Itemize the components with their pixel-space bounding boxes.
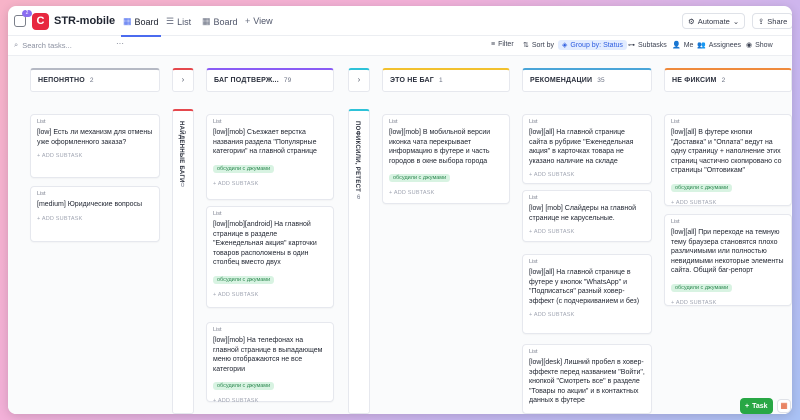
tab-board[interactable]: ▦ Board (121, 16, 161, 37)
subtasks-icon: ⊶ (628, 42, 635, 49)
plus-icon: + (745, 402, 750, 410)
top-bar: 2 C STR-mobile ▦ Board ☰ List ▦ Board + … (8, 6, 792, 37)
me-button[interactable]: 👤 Me (672, 41, 693, 50)
tag-badge[interactable]: обсудили с джумами (671, 183, 733, 192)
apps-grid-icon[interactable]: ▦ (777, 399, 791, 413)
app-window: 2 C STR-mobile ▦ Board ☰ List ▦ Board + … (8, 6, 792, 414)
add-subtask-button[interactable]: + ADD SUBTASK (529, 172, 645, 178)
user-icon: 👤 (672, 42, 681, 49)
space-name[interactable]: STR-mobile (54, 15, 115, 27)
share-button[interactable]: ⇪ Share (752, 13, 792, 29)
group-icon: ◈ (562, 42, 568, 49)
task-card[interactable]: List [low] [mob] Слайдеры на главной стр… (522, 190, 652, 242)
collapsed-column-naydennye-bagi[interactable]: НАЙДЕННЫЕ БАГИ 0 (172, 109, 194, 414)
add-subtask-button[interactable]: + ADD SUBTASK (37, 216, 153, 222)
add-subtask-button[interactable]: + ADD SUBTASK (213, 181, 327, 187)
collapsed-column-pofiksili-retest[interactable]: ПОФИКСИЛИ, РЕТЕСТ 6 (348, 109, 370, 414)
tag-badge[interactable]: обсудили с джумами (213, 275, 275, 284)
subtasks-button[interactable]: ⊶ Subtasks (628, 41, 667, 50)
column-header-neponyatno[interactable]: НЕПОНЯТНО 2 (30, 68, 160, 92)
tag-badge[interactable]: обсудили с джумами (213, 164, 275, 173)
new-task-button[interactable]: + Task (740, 398, 773, 414)
add-subtask-button[interactable]: + ADD SUBTASK (389, 190, 503, 196)
search-icon: ⌕ (14, 40, 19, 49)
space-logo: C (32, 13, 49, 30)
list-icon: ☰ (166, 16, 175, 26)
add-subtask-button[interactable]: + ADD SUBTASK (37, 153, 153, 159)
more-icon[interactable]: ··· (116, 39, 124, 48)
group-by-button[interactable]: ◈ Group by: Status (558, 40, 627, 50)
task-card[interactable]: List [low][mob] На телефонах на главной … (206, 322, 334, 404)
sort-icon: ⇅ (523, 42, 529, 49)
collapsed-column-head-2[interactable]: › (348, 68, 370, 92)
board-toolbar: ⌕ Search tasks... ··· ≡ Filter ⇅ Sort by ◈… (8, 36, 792, 56)
column-header-eto-ne-bag[interactable]: ЭТО НЕ БАГ 1 (382, 68, 510, 92)
task-card[interactable]: List [low][all] При переходе на темную т… (664, 214, 792, 306)
task-card[interactable]: List [low][all] На главной странице сайт… (522, 114, 652, 184)
eye-icon: ◉ (746, 42, 753, 49)
board-icon: ▦ (202, 16, 211, 26)
task-card[interactable]: List [low][all] На главной странице в фу… (522, 254, 652, 334)
task-card[interactable]: List [low][mob] В мобильной версии иконк… (382, 114, 510, 204)
column-header-bag-podtverzhden[interactable]: БАГ ПОДТВЕРЖ... 79 (206, 68, 334, 92)
board-icon: ▦ (123, 16, 132, 26)
tab-list[interactable]: ☰ List (166, 16, 191, 27)
filter-icon: ≡ (491, 41, 496, 48)
add-view-button[interactable]: + View (245, 16, 273, 26)
task-card[interactable]: List [low][mob] Съезжает верстка названи… (206, 114, 334, 200)
add-subtask-button[interactable]: + ADD SUBTASK (213, 398, 327, 404)
collapsed-column-head-1[interactable]: › (172, 68, 194, 92)
search-input[interactable]: ⌕ Search tasks... (14, 40, 72, 50)
chevron-right-icon: › (357, 75, 361, 84)
column-header-ne-fiksim[interactable]: НЕ ФИКСИМ 2 (664, 68, 792, 92)
add-subtask-button[interactable]: + ADD SUBTASK (671, 200, 785, 206)
chevron-down-icon: ⌄ (732, 16, 740, 26)
add-subtask-button[interactable]: + ADD SUBTASK (671, 300, 785, 306)
tag-badge[interactable]: обсудили с джумами (671, 283, 733, 292)
chevron-right-icon: › (181, 75, 185, 84)
task-card[interactable]: List [medium] Юридические вопросы + ADD … (30, 186, 160, 242)
task-card[interactable]: List [low][all] В футере кнопки "Доставк… (664, 114, 792, 206)
filter-button[interactable]: ≡ Filter (491, 41, 514, 48)
task-card[interactable]: List [low][desk] Лишний пробел в ховер-э… (522, 344, 652, 414)
add-subtask-button[interactable]: + ADD SUBTASK (529, 312, 645, 318)
automate-button[interactable]: ⚙ Automate ⌄ (682, 13, 746, 29)
add-subtask-button[interactable]: + ADD SUBTASK (529, 229, 645, 235)
tag-badge[interactable]: обсудили с джумами (213, 382, 275, 391)
tab-board-2[interactable]: ▦ Board (202, 16, 238, 27)
task-card[interactable]: List [low][mob][android] На главной стра… (206, 206, 334, 308)
tag-badge[interactable]: обсудили с джумами (389, 174, 451, 183)
column-header-rekomendacii[interactable]: РЕКОМЕНДАЦИИ 35 (522, 68, 652, 92)
users-icon: 👥 (697, 42, 706, 49)
plus-icon: + (245, 16, 251, 26)
automate-icon: ⚙ (688, 16, 695, 26)
share-icon: ⇪ (758, 16, 765, 26)
add-subtask-button[interactable]: + ADD SUBTASK (213, 292, 327, 298)
sort-button[interactable]: ⇅ Sort by (523, 41, 554, 50)
task-card[interactable]: List [low] Есть ли механизм для отмены у… (30, 114, 160, 178)
assignees-button[interactable]: 👥 Assignees (697, 41, 741, 50)
board: НЕПОНЯТНО 2 › БАГ ПОДТВЕРЖ... 79 › ЭТО Н… (8, 56, 792, 414)
notification-badge: 2 (22, 10, 32, 17)
show-button[interactable]: ◉ Show (746, 41, 773, 50)
